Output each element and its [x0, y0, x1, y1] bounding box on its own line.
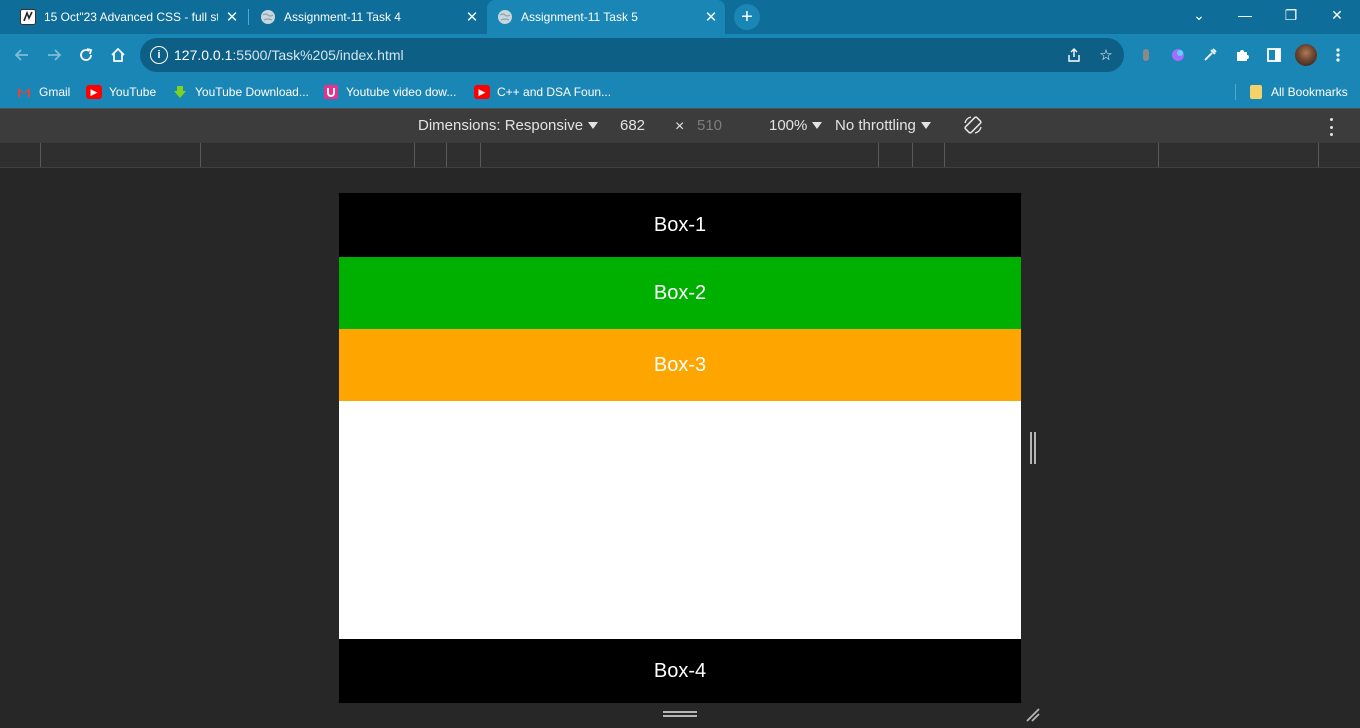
browser-menu-icon[interactable]: [1328, 45, 1348, 65]
zoom-dropdown[interactable]: 100%: [769, 117, 823, 134]
reload-icon: [80, 48, 93, 61]
ruler-tick: [1158, 143, 1159, 167]
folder-icon: [1248, 85, 1264, 99]
bookmark-label: C++ and DSA Foun...: [497, 85, 612, 99]
back-button[interactable]: [10, 43, 34, 67]
site-info-icon[interactable]: i: [150, 46, 168, 64]
address-bar[interactable]: i 127.0.0.1:5500/Task%205/index.html ☆: [140, 38, 1124, 72]
ruler-tick: [446, 143, 447, 167]
extension-icon[interactable]: [1136, 45, 1156, 65]
profile-avatar[interactable]: [1295, 44, 1317, 66]
url-host: 127.0.0.1: [174, 47, 233, 63]
all-bookmarks-button[interactable]: All Bookmarks: [1248, 83, 1348, 101]
bookmark-youtube-video-dow[interactable]: Youtube video dow...: [323, 83, 456, 101]
share-icon[interactable]: [1064, 45, 1084, 65]
media-query-ruler: [0, 143, 1360, 168]
resize-handle-right[interactable]: [1030, 432, 1038, 464]
bookmarks-divider: [1235, 84, 1236, 100]
close-tab-icon[interactable]: ✕: [464, 9, 480, 26]
box-2: Box-2: [339, 257, 1021, 329]
close-tab-icon[interactable]: ✕: [703, 9, 719, 26]
bookmark-cpp-dsa[interactable]: ▶ C++ and DSA Foun...: [474, 83, 611, 101]
device-toolbar: Dimensions: Responsive 682 × 510 100% No…: [0, 108, 1360, 143]
throttling-dropdown[interactable]: No throttling: [835, 117, 931, 134]
resize-handle-corner[interactable]: [1025, 707, 1041, 723]
arrow-right-icon: [48, 49, 62, 61]
box-3: Box-3: [339, 329, 1021, 401]
throttling-label: No throttling: [835, 117, 916, 134]
forward-button[interactable]: [42, 43, 66, 67]
bookmark-youtube[interactable]: ▶ YouTube: [86, 83, 156, 101]
puzzle-extensions-icon[interactable]: [1232, 45, 1252, 65]
rotate-icon[interactable]: [962, 114, 984, 136]
tab-assignment-task-5[interactable]: Assignment-11 Task 5 ✕: [487, 0, 725, 34]
tab-search-button[interactable]: ⌄: [1176, 0, 1222, 30]
tab-title: 15 Oct"23 Advanced CSS - full st: [44, 10, 218, 24]
more-options-icon[interactable]: [1326, 118, 1336, 136]
bookmark-label: Gmail: [39, 85, 71, 99]
restore-button[interactable]: ❐: [1268, 0, 1314, 30]
bookmark-youtube-download[interactable]: YouTube Download...: [172, 83, 309, 101]
width-input[interactable]: 682: [620, 117, 645, 134]
ruler-tick: [944, 143, 945, 167]
download-icon: [172, 85, 188, 99]
height-input[interactable]: 510: [697, 117, 722, 134]
tab-strip: 15 Oct"23 Advanced CSS - full st ✕ Assig…: [0, 0, 1360, 34]
new-tab-button[interactable]: +: [734, 4, 760, 30]
resize-handle-bottom[interactable]: [663, 711, 697, 719]
reload-button[interactable]: [74, 43, 98, 67]
tab-divider: [248, 9, 249, 25]
ruler-tick: [414, 143, 415, 167]
eyedropper-icon[interactable]: [1200, 45, 1220, 65]
globe-icon: [260, 9, 276, 25]
caret-down-icon: [920, 122, 931, 129]
ruler-tick: [878, 143, 879, 167]
home-icon: [111, 47, 125, 62]
url-path: :5500/Task%205/index.html: [232, 47, 404, 63]
all-bookmarks-label: All Bookmarks: [1271, 85, 1348, 99]
bookmark-gmail[interactable]: Gmail: [16, 83, 70, 101]
page-viewport: Box-1 Box-2 Box-3 Box-4: [339, 193, 1021, 703]
tab-assignment-task-4[interactable]: Assignment-11 Task 4 ✕: [250, 0, 486, 34]
globe-icon: [497, 9, 513, 25]
caret-down-icon: [812, 122, 823, 129]
zoom-label: 100%: [769, 117, 808, 134]
home-button[interactable]: [106, 43, 130, 67]
youtube-icon: ▶: [474, 85, 490, 99]
side-panel-icon[interactable]: [1264, 45, 1284, 65]
ruler-tick: [200, 143, 201, 167]
u-icon: [323, 85, 339, 99]
arrow-left-icon: [14, 49, 28, 61]
tab-title: Assignment-11 Task 5: [521, 10, 638, 24]
ruler-tick: [480, 143, 481, 167]
box-1: Box-1: [339, 193, 1021, 257]
extension-icon[interactable]: [1168, 45, 1188, 65]
bookmarks-bar: Gmail ▶ YouTube YouTube Download... Yout…: [0, 76, 1360, 108]
bookmark-label: YouTube: [109, 85, 157, 99]
bookmark-star-icon[interactable]: ☆: [1096, 45, 1116, 65]
ruler-tick: [912, 143, 913, 167]
tab-title: Assignment-11 Task 4: [284, 10, 401, 24]
close-tab-icon[interactable]: ✕: [224, 9, 240, 26]
browser-toolbar: i 127.0.0.1:5500/Task%205/index.html ☆: [0, 34, 1360, 76]
times-icon: ×: [675, 118, 685, 135]
tab-advanced-css[interactable]: 15 Oct"23 Advanced CSS - full st ✕: [10, 0, 246, 34]
gmail-icon: [16, 85, 32, 99]
box-4: Box-4: [339, 639, 1021, 703]
minimize-button[interactable]: —: [1222, 0, 1268, 30]
ruler-tick: [40, 143, 41, 167]
ruler-tick: [1318, 143, 1319, 167]
url-text[interactable]: 127.0.0.1:5500/Task%205/index.html: [174, 47, 404, 63]
caret-down-icon: [588, 122, 599, 129]
bookmark-label: YouTube Download...: [195, 85, 309, 99]
video-favicon-icon: [20, 9, 36, 25]
close-window-button[interactable]: ✕: [1314, 0, 1360, 30]
bookmark-label: Youtube video dow...: [346, 85, 457, 99]
dimensions-label: Dimensions: Responsive: [418, 117, 584, 134]
youtube-icon: ▶: [86, 85, 102, 99]
dimensions-dropdown[interactable]: Dimensions: Responsive: [418, 117, 599, 134]
